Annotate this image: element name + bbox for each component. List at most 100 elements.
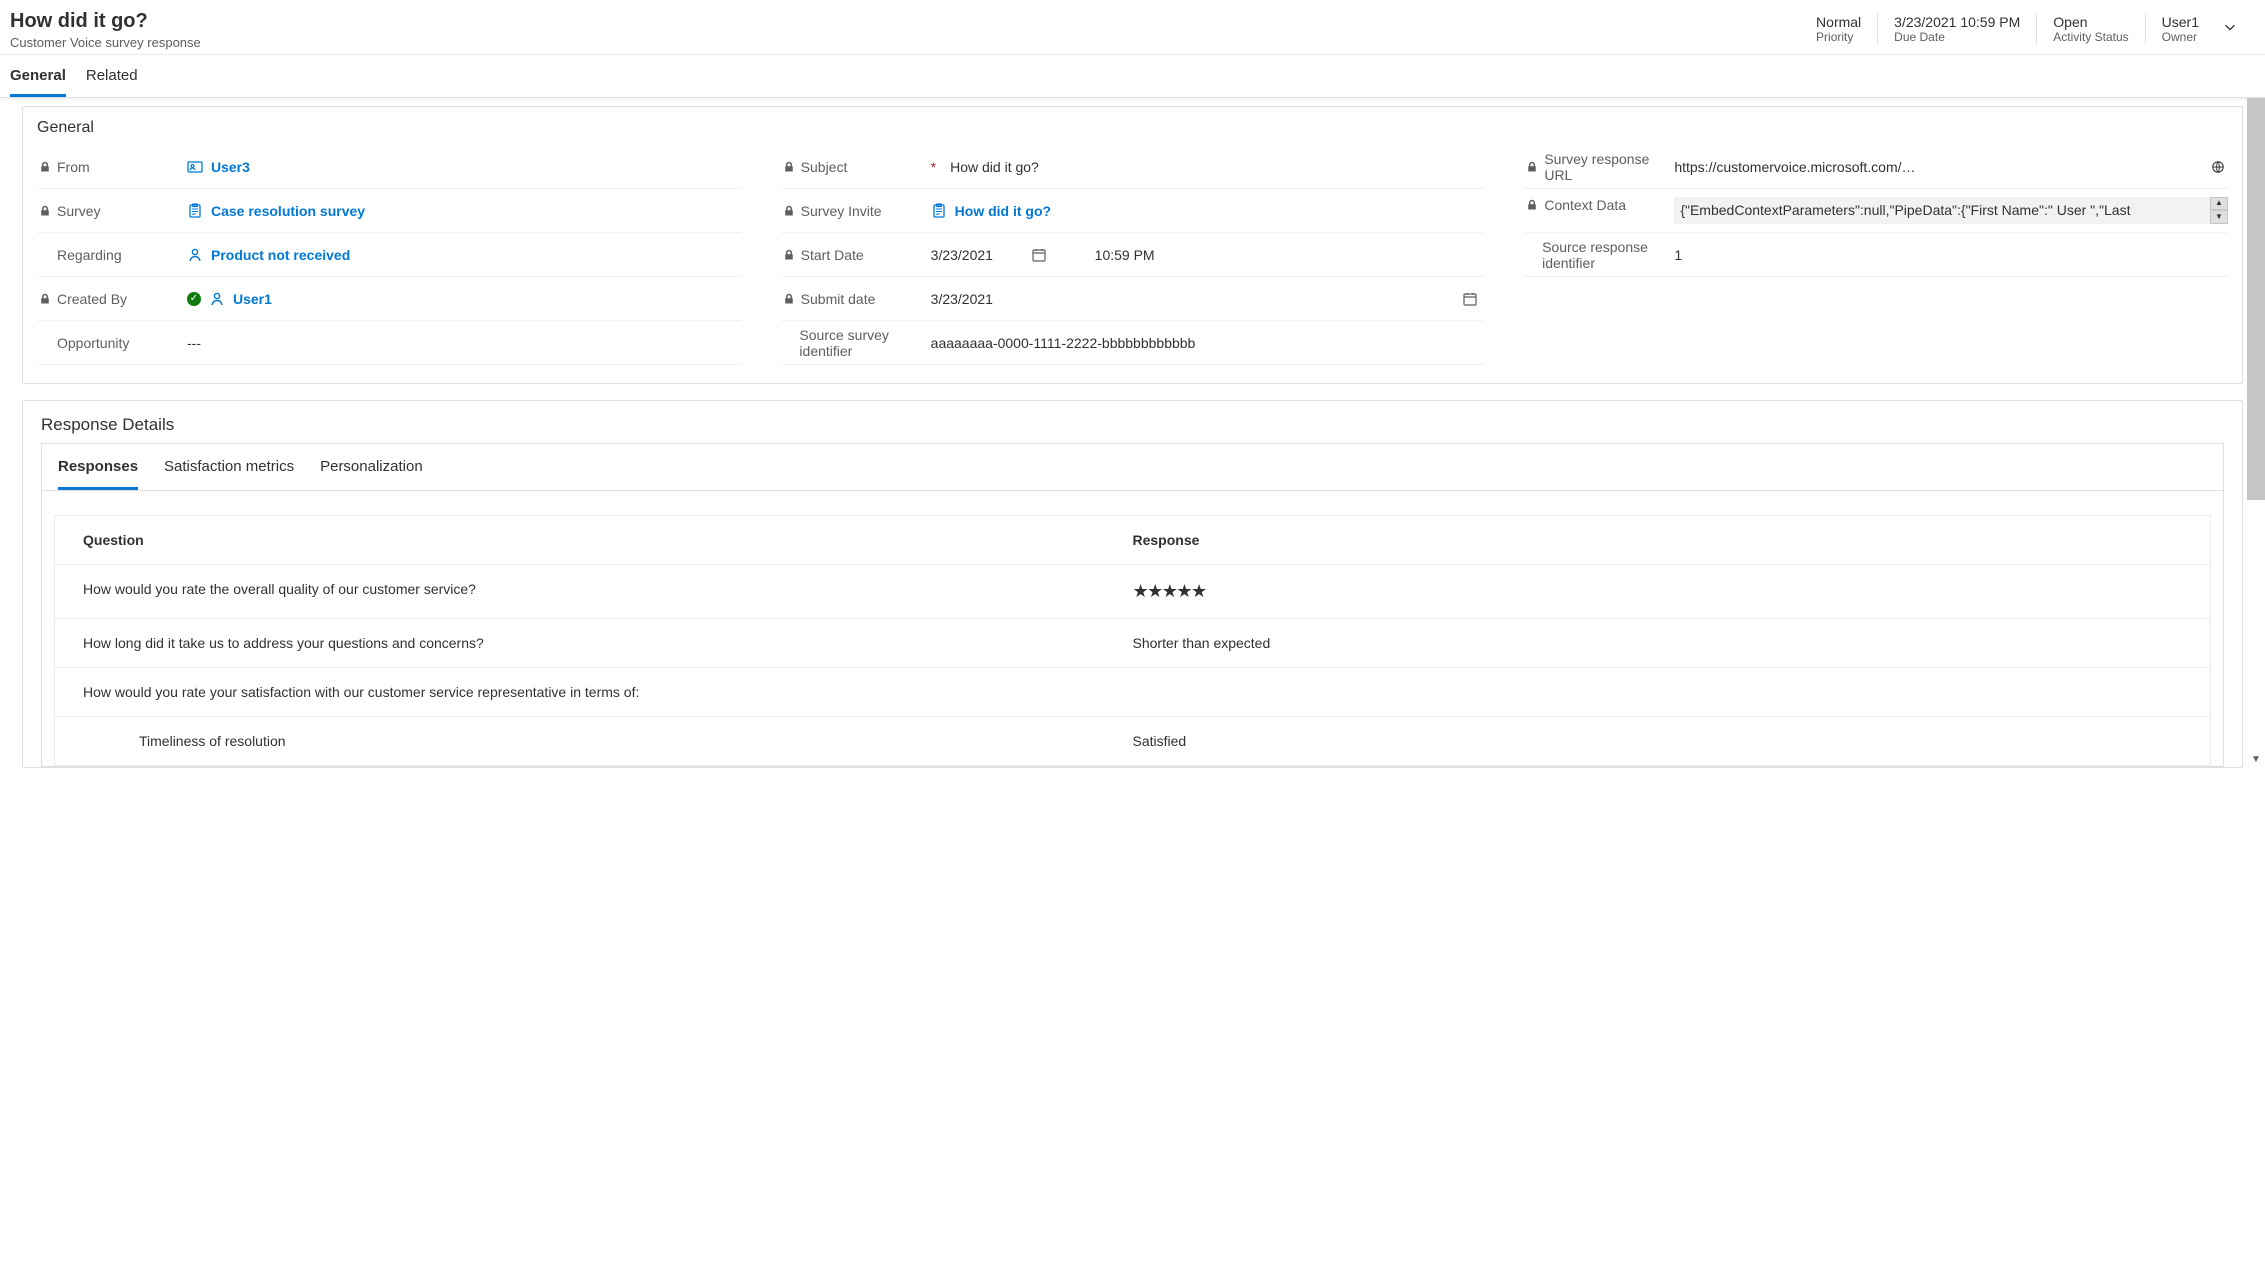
startdate-field[interactable]: 3/23/2021 10:59 PM [931, 247, 1485, 263]
subject-field[interactable]: * How did it go? [931, 159, 1485, 175]
entity-name: Customer Voice survey response [10, 35, 201, 50]
context-field[interactable]: {"EmbedContextParameters":null,"PipeData… [1674, 197, 2228, 224]
respid-field[interactable]: 1 [1674, 247, 2228, 263]
expand-header-button[interactable] [2215, 14, 2245, 43]
tab-satisfaction[interactable]: Satisfaction metrics [164, 444, 294, 490]
calendar-icon[interactable] [1031, 247, 1047, 263]
response-details-title: Response Details [41, 415, 2224, 435]
invite-field[interactable]: How did it go? [931, 203, 1485, 219]
createdby-value[interactable]: User1 [233, 291, 272, 307]
clipboard-icon [931, 203, 947, 219]
submitdate-label: Submit date [801, 291, 876, 307]
from-field[interactable]: User3 [187, 159, 741, 175]
table-row: How would you rate your satisfaction wit… [55, 668, 2210, 717]
lock-icon [1526, 199, 1538, 211]
sourceid-value: aaaaaaaa-0000-1111-2222-bbbbbbbbbbbb [931, 335, 1196, 351]
scroll-down-icon[interactable]: ▼ [2210, 210, 2228, 223]
tab-personalization[interactable]: Personalization [320, 444, 423, 490]
question-cell: How would you rate your satisfaction wit… [83, 684, 1133, 700]
contact-card-icon [187, 159, 203, 175]
url-field[interactable]: https://customervoice.microsoft.com/Page… [1674, 157, 2228, 177]
opportunity-label: Opportunity [57, 335, 129, 351]
opportunity-value: --- [187, 335, 201, 351]
scrollbar[interactable]: ▼ [2247, 98, 2265, 768]
responses-table: Question Response How would you rate the… [54, 515, 2211, 766]
regarding-field[interactable]: Product not received [187, 247, 741, 263]
person-icon [209, 291, 225, 307]
opportunity-field[interactable]: --- [187, 335, 741, 351]
startdate-label: Start Date [801, 247, 864, 263]
from-value[interactable]: User3 [211, 159, 250, 175]
person-icon [187, 247, 203, 263]
scrollbar-thumb[interactable] [2247, 98, 2265, 500]
table-row: How long did it take us to address your … [55, 619, 2210, 668]
respid-label: Source response identifier [1542, 239, 1674, 271]
url-value: https://customervoice.microsoft.com/Page… [1674, 159, 1924, 175]
required-indicator: * [931, 159, 942, 175]
lock-icon [783, 293, 795, 305]
regarding-value[interactable]: Product not received [211, 247, 350, 263]
scroll-buttons[interactable]: ▲ ▼ [2210, 197, 2228, 224]
lock-icon [39, 161, 51, 173]
createdby-field[interactable]: User1 [187, 291, 741, 307]
url-label: Survey response URL [1544, 151, 1674, 183]
survey-field[interactable]: Case resolution survey [187, 203, 741, 219]
tab-responses[interactable]: Responses [58, 444, 138, 490]
scroll-down-arrow[interactable]: ▼ [2247, 750, 2265, 768]
clipboard-icon [187, 203, 203, 219]
table-row: How would you rate the overall quality o… [55, 565, 2210, 619]
sourceid-label: Source survey identifier [799, 327, 930, 359]
respid-value: 1 [1674, 247, 1682, 263]
regarding-label: Regarding [57, 247, 122, 263]
lock-icon [39, 205, 51, 217]
invite-label: Survey Invite [801, 203, 882, 219]
form-tabs: General Related [0, 55, 2265, 98]
survey-label: Survey [57, 203, 101, 219]
response-details-section: Response Details Responses Satisfaction … [22, 400, 2243, 768]
context-value: {"EmbedContextParameters":null,"PipeData… [1680, 202, 2130, 218]
header-due-date[interactable]: 3/23/2021 10:59 PM Due Date [1877, 14, 2036, 44]
answer-cell: Shorter than expected [1133, 635, 2183, 651]
calendar-icon[interactable] [1462, 291, 1478, 307]
lock-icon [1526, 161, 1538, 173]
context-label: Context Data [1544, 197, 1626, 213]
subject-label: Subject [801, 159, 848, 175]
submitdate-field[interactable]: 3/23/2021 [931, 291, 1485, 307]
page-title: How did it go? [10, 10, 201, 33]
form-header: How did it go? Customer Voice survey res… [0, 0, 2265, 55]
col-response: Response [1133, 532, 2183, 548]
startdate-value: 3/23/2021 [931, 247, 1031, 263]
header-activity-status[interactable]: Open Activity Status [2036, 14, 2144, 44]
starttime-value: 10:59 PM [1071, 247, 1485, 263]
header-owner[interactable]: User1 Owner [2145, 14, 2215, 44]
sourceid-field[interactable]: aaaaaaaa-0000-1111-2222-bbbbbbbbbbbb [931, 335, 1485, 351]
lock-icon [783, 161, 795, 173]
question-cell: How long did it take us to address your … [83, 635, 1133, 651]
from-label: From [57, 159, 90, 175]
header-priority[interactable]: Normal Priority [1800, 14, 1877, 44]
question-cell: How would you rate the overall quality o… [83, 581, 1133, 602]
lock-icon [783, 205, 795, 217]
answer-cell: Satisfied [1133, 733, 2183, 749]
table-row: Timeliness of resolution Satisfied [55, 717, 2210, 766]
subject-value: How did it go? [950, 159, 1039, 175]
survey-value[interactable]: Case resolution survey [211, 203, 365, 219]
verified-check-icon [187, 292, 201, 306]
tab-related[interactable]: Related [86, 55, 138, 97]
scroll-up-icon[interactable]: ▲ [2210, 197, 2228, 210]
details-tabs: Responses Satisfaction metrics Personali… [42, 444, 2223, 491]
submitdate-value: 3/23/2021 [931, 291, 993, 307]
rating-stars: ★★★★★ [1133, 581, 2183, 602]
lock-icon [783, 249, 795, 261]
lock-icon [39, 293, 51, 305]
answer-cell [1133, 684, 2183, 700]
table-header-row: Question Response [55, 516, 2210, 565]
question-cell: Timeliness of resolution [83, 733, 1133, 749]
tab-general[interactable]: General [10, 55, 66, 97]
invite-value[interactable]: How did it go? [955, 203, 1051, 219]
col-question: Question [83, 532, 1133, 548]
general-section-title: General [37, 119, 2228, 137]
createdby-label: Created By [57, 291, 127, 307]
general-section: General From User3 Survey [22, 106, 2243, 384]
globe-icon[interactable] [2208, 157, 2228, 177]
